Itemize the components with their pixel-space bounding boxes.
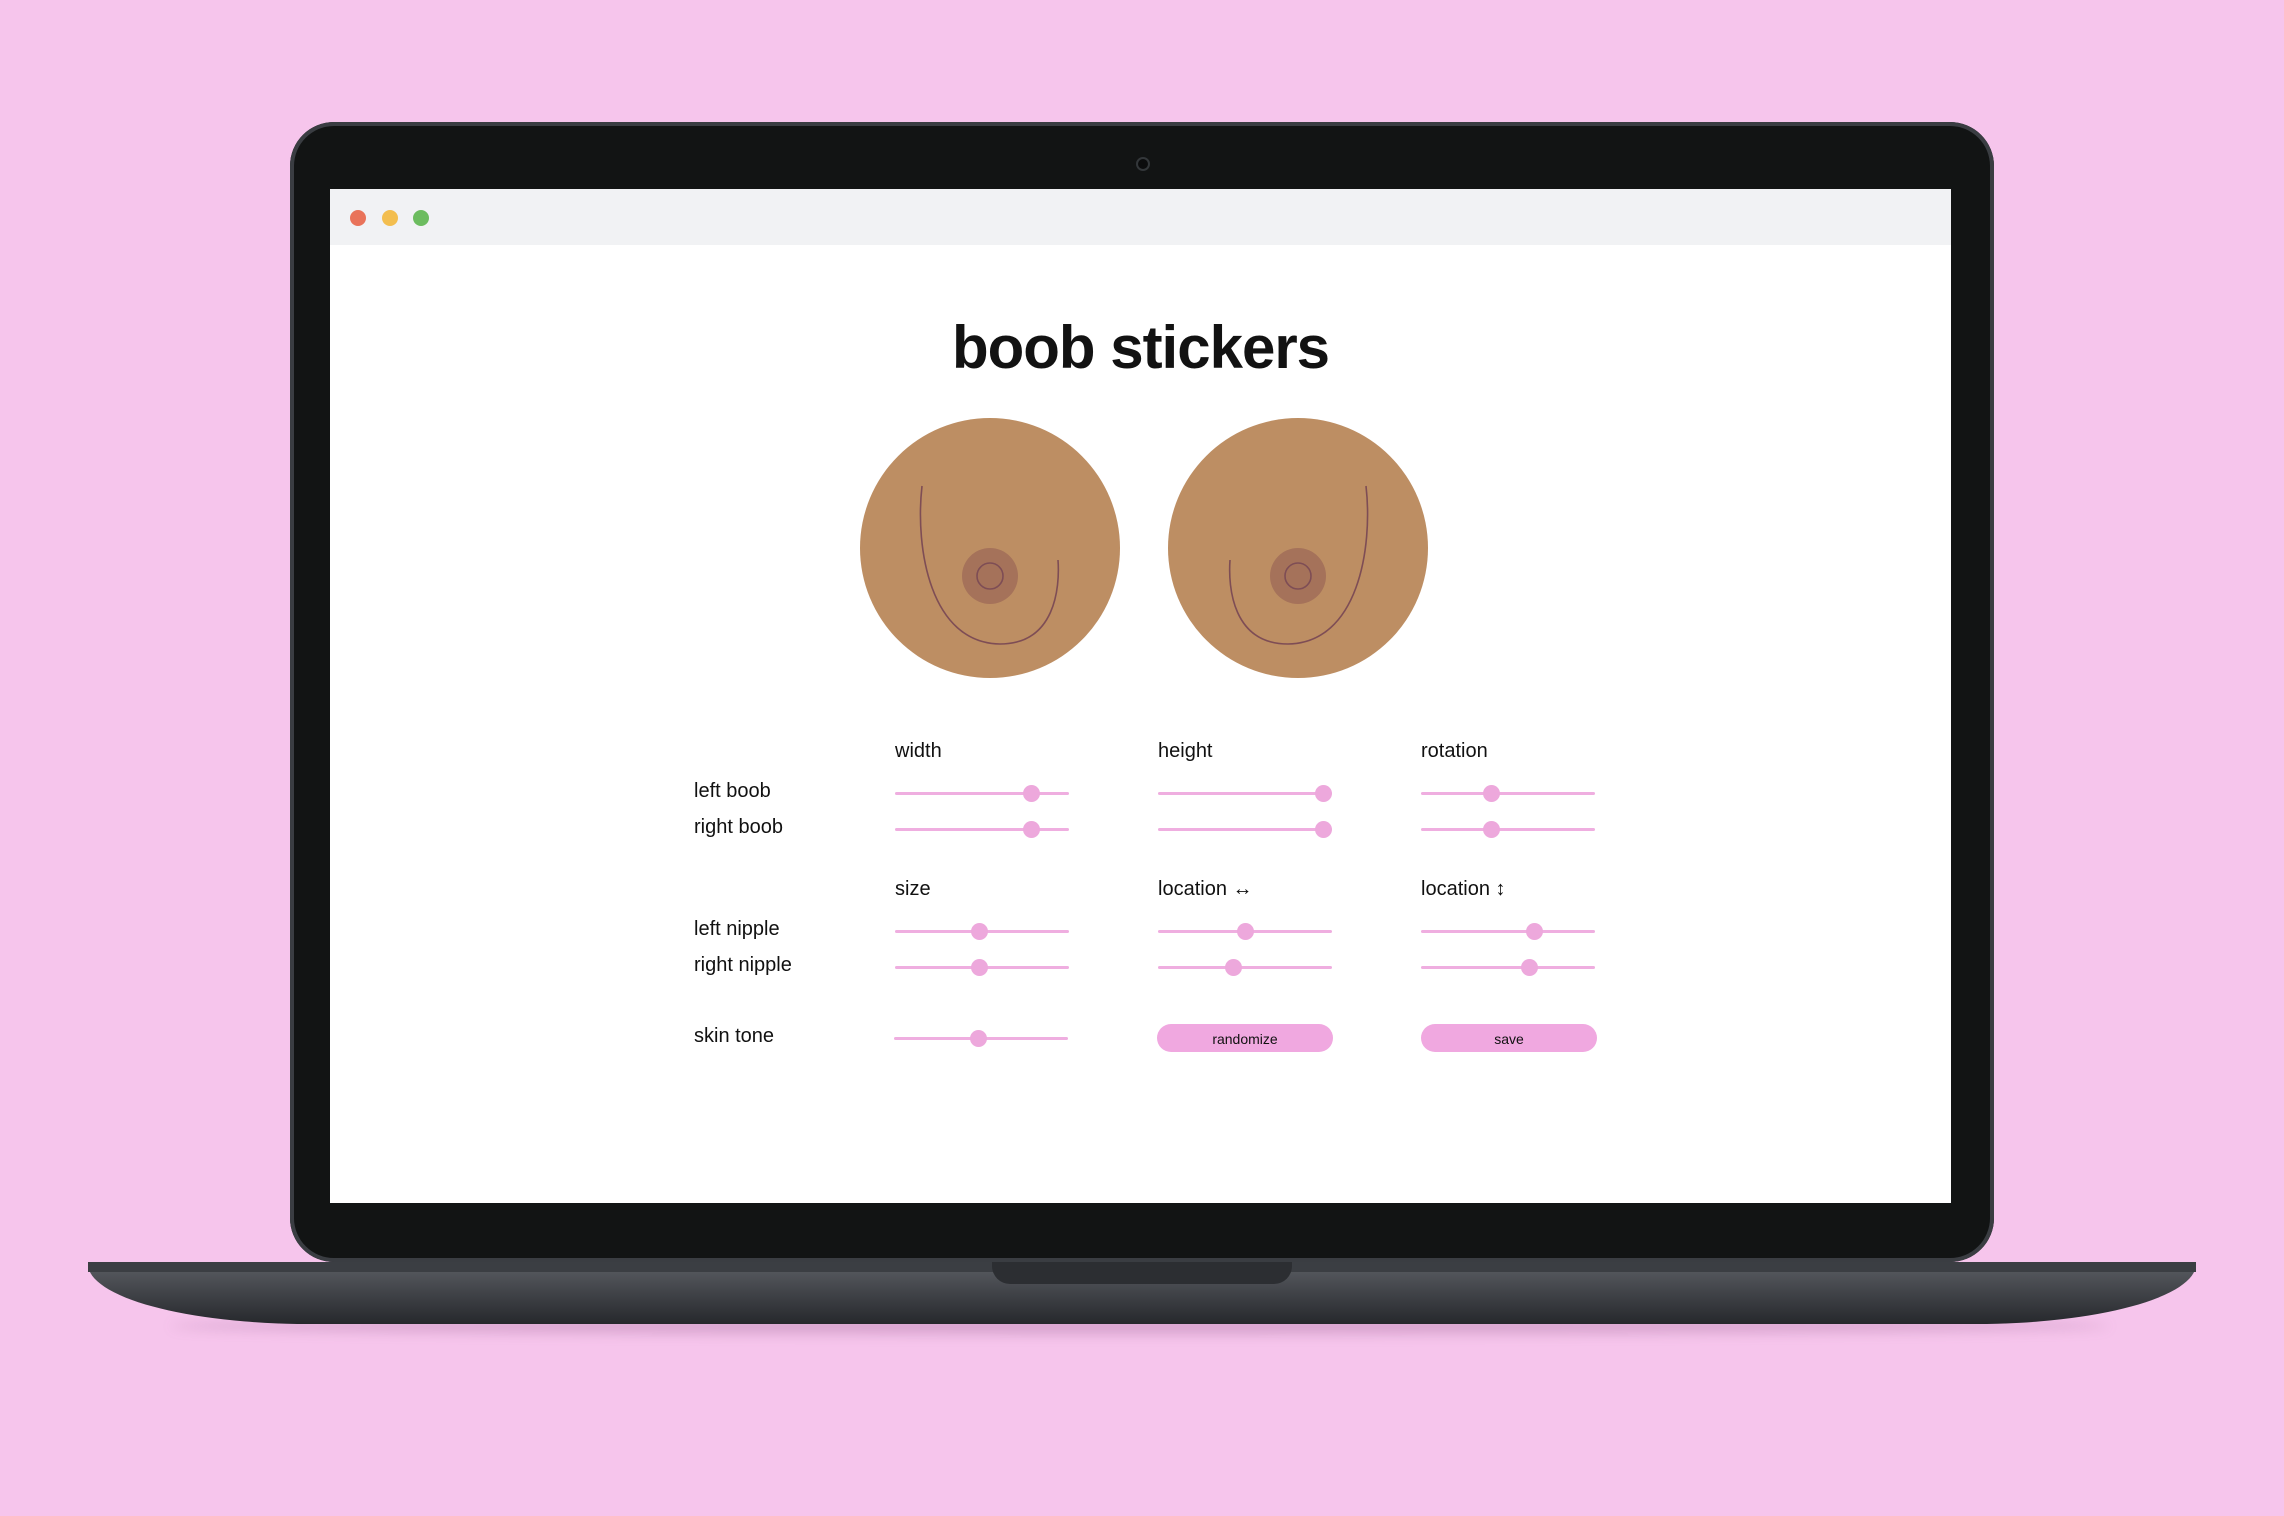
slider-thumb[interactable] xyxy=(1482,821,1500,838)
column-header-size: size xyxy=(895,878,931,900)
slider-track xyxy=(1158,792,1332,795)
row-label-right-nipple: right nipple xyxy=(694,954,792,976)
column-header-location-vertical: location ↕ xyxy=(1421,878,1506,900)
right-nipple-size-slider[interactable] xyxy=(895,958,1069,978)
slider-track xyxy=(1158,828,1332,831)
slider-thumb[interactable] xyxy=(1237,923,1254,940)
column-header-height: height xyxy=(1158,740,1213,762)
left-nipple-size-slider[interactable] xyxy=(895,922,1069,942)
save-button[interactable]: save xyxy=(1421,1024,1597,1052)
maximize-window-button[interactable] xyxy=(413,210,429,226)
slider-thumb[interactable] xyxy=(1022,821,1040,838)
column-header-location-horizontal: location ↔ xyxy=(1158,878,1253,900)
slider-thumb[interactable] xyxy=(1315,821,1333,838)
slider-thumb[interactable] xyxy=(1022,785,1040,802)
column-header-rotation: rotation xyxy=(1421,740,1488,762)
slider-track xyxy=(1421,930,1595,933)
left-boob-height-slider[interactable] xyxy=(1158,784,1333,804)
minimize-window-button[interactable] xyxy=(382,210,398,226)
row-label-left-nipple: left nipple xyxy=(694,918,780,940)
slider-thumb[interactable] xyxy=(1315,785,1333,802)
left-nipple-location-horizontal-slider[interactable] xyxy=(1158,922,1332,942)
slider-thumb[interactable] xyxy=(1224,959,1242,976)
slider-track xyxy=(1421,966,1595,969)
left-boob-width-slider[interactable] xyxy=(895,784,1069,804)
right-boob-height-slider[interactable] xyxy=(1158,820,1333,840)
left-boob-illustration xyxy=(860,418,1120,678)
slider-thumb[interactable] xyxy=(970,959,988,976)
slider-thumb[interactable] xyxy=(1520,959,1538,976)
left-boob-rotation-slider[interactable] xyxy=(1421,784,1595,804)
right-boob-illustration xyxy=(1168,418,1428,678)
right-nipple-location-vertical-slider[interactable] xyxy=(1421,958,1595,978)
page-title: boob stickers xyxy=(951,314,1330,381)
slider-track xyxy=(1158,966,1332,969)
row-label-skin-tone: skin tone xyxy=(694,1025,775,1047)
column-header-width: width xyxy=(895,740,942,762)
row-label-left-boob: left boob xyxy=(694,780,771,802)
left-nipple-location-vertical-slider[interactable] xyxy=(1421,922,1595,942)
laptop-lid-notch xyxy=(992,1262,1292,1284)
close-window-button[interactable] xyxy=(350,210,366,226)
skin-tone-slider[interactable] xyxy=(894,1029,1068,1049)
app-window: boob stickers width height rotation left… xyxy=(330,189,1951,1203)
slider-thumb[interactable] xyxy=(969,1030,987,1047)
right-boob-width-slider[interactable] xyxy=(895,820,1069,840)
slider-thumb[interactable] xyxy=(970,923,988,940)
slider-track xyxy=(1421,792,1595,795)
slider-track xyxy=(895,828,1069,831)
slider-thumb[interactable] xyxy=(1482,785,1500,802)
randomize-button[interactable]: randomize xyxy=(1157,1024,1333,1052)
camera-icon xyxy=(1136,157,1150,171)
row-label-right-boob: right boob xyxy=(694,816,783,838)
slider-track xyxy=(1421,828,1595,831)
right-nipple-location-horizontal-slider[interactable] xyxy=(1158,958,1332,978)
slider-thumb[interactable] xyxy=(1526,923,1544,940)
slider-track xyxy=(895,792,1069,795)
window-titlebar xyxy=(330,189,1951,245)
right-boob-rotation-slider[interactable] xyxy=(1421,820,1595,840)
